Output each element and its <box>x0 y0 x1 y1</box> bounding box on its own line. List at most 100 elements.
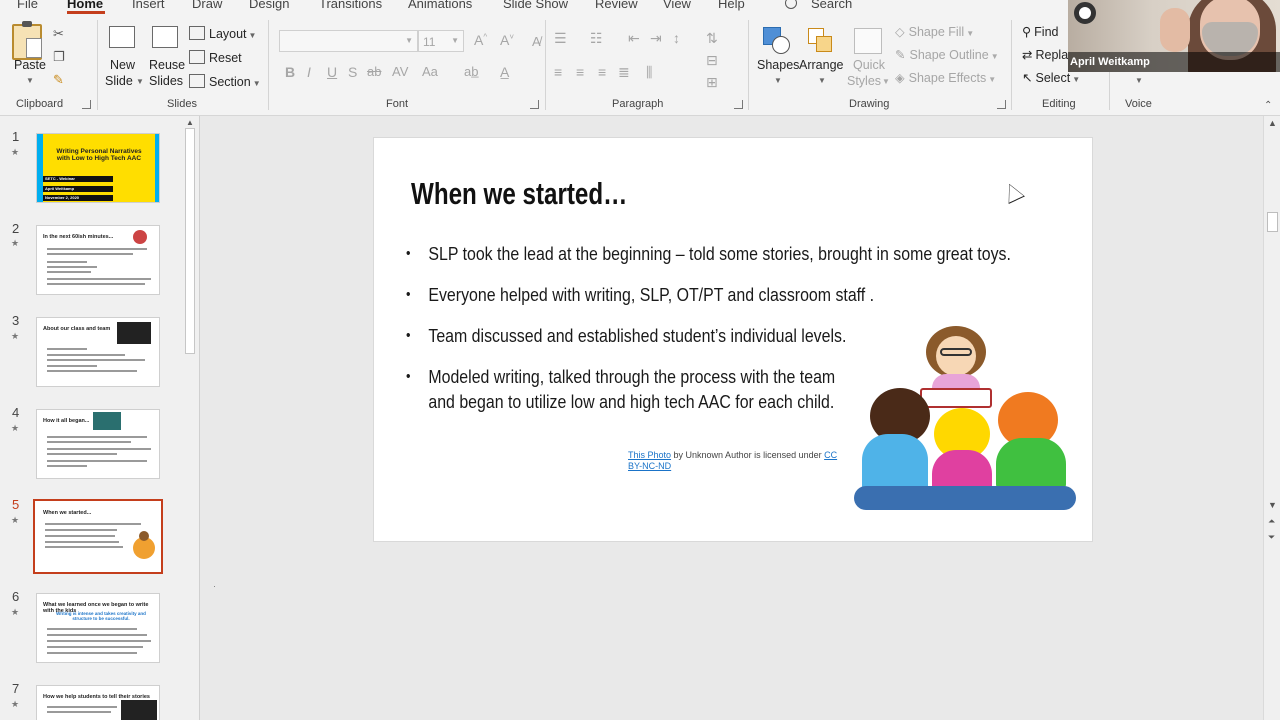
quick-styles-label-2[interactable]: Styles <box>847 74 881 88</box>
new-slide-label-1[interactable]: New <box>110 58 135 72</box>
highlight-icon[interactable]: ab̲ <box>464 64 478 79</box>
new-slide-icon[interactable] <box>109 26 135 48</box>
collapse-ribbon-icon[interactable]: ⌃ <box>1264 100 1272 111</box>
tab-file[interactable]: File <box>17 0 38 11</box>
reuse-slides-label-2[interactable]: Slides <box>149 74 183 88</box>
tab-review[interactable]: Review <box>595 0 638 11</box>
slide-5[interactable]: When we started… • SLP took the lead at t… <box>373 137 1093 542</box>
scroll-up-icon[interactable]: ▲ <box>186 118 194 127</box>
columns-icon[interactable]: ⫼ <box>646 64 652 81</box>
align-center-icon[interactable]: ≡ <box>576 64 584 80</box>
shadow-icon[interactable]: S <box>348 64 357 80</box>
find-button[interactable]: ⚲ Find <box>1022 24 1058 39</box>
tab-animations[interactable]: Animations <box>408 0 472 11</box>
license-link-cont[interactable]: BY-NC-ND <box>628 461 671 471</box>
increase-indent-icon[interactable]: ⇥ <box>650 30 662 47</box>
reset-button[interactable]: Reset <box>189 50 242 65</box>
license-link[interactable]: CC <box>824 450 837 460</box>
new-slide-label-2[interactable]: Slide <box>105 74 133 88</box>
format-painter-icon[interactable]: ✎ <box>53 72 64 88</box>
drawing-group-label: Drawing <box>849 98 890 110</box>
font-name-dropdown[interactable]: ▼ <box>279 30 418 52</box>
tab-design[interactable]: Design <box>249 0 289 11</box>
copy-icon[interactable]: ❐ <box>53 49 65 65</box>
tab-draw[interactable]: Draw <box>192 0 222 11</box>
tab-slide-show[interactable]: Slide Show <box>503 0 568 11</box>
shapes-button[interactable]: Shapes <box>757 58 799 72</box>
replace-button[interactable]: ⇄ Repla <box>1022 47 1068 62</box>
previous-slide-icon[interactable]: ⏶ <box>1268 516 1275 527</box>
slide-thumbnails-pane[interactable]: 1 ★ Writing Personal Narratives with Low… <box>0 116 200 720</box>
italic-icon[interactable]: I <box>307 64 311 80</box>
section-button[interactable]: Section ▼ <box>189 74 261 89</box>
slide-thumbnail-4[interactable]: How it all began... <box>36 409 160 479</box>
scrollbar-thumb[interactable] <box>1267 212 1278 232</box>
shapes-dropdown-icon[interactable]: ▼ <box>774 76 782 85</box>
cut-icon[interactable]: ✂ <box>53 26 64 42</box>
shape-fill-button[interactable]: ◇ Shape Fill ▼ <box>895 24 974 39</box>
thumbnails-scrollbar[interactable]: ▲ <box>183 116 197 720</box>
paste-dropdown-icon[interactable]: ▼ <box>26 76 34 85</box>
shape-effects-button[interactable]: ◈ Shape Effects ▼ <box>895 70 996 85</box>
scrollbar-thumb[interactable] <box>185 128 195 354</box>
paste-icon[interactable] <box>12 21 42 60</box>
strikethrough-icon[interactable]: ab <box>367 64 381 79</box>
align-text-icon[interactable]: ⊟ <box>706 52 718 69</box>
slide-thumbnail-7[interactable]: How we help students to tell their stori… <box>36 685 160 720</box>
smartart-icon[interactable]: ⊞ <box>706 74 718 91</box>
slide-title[interactable]: When we started… <box>411 176 627 212</box>
quick-styles-label-1[interactable]: Quick <box>853 58 885 72</box>
font-color-icon[interactable]: A̲ <box>500 64 509 80</box>
tab-insert[interactable]: Insert <box>132 0 165 11</box>
text-direction-icon[interactable]: ⇅ <box>706 30 718 47</box>
underline-icon[interactable]: U <box>327 64 337 80</box>
font-size-dropdown[interactable]: 11 ▼ <box>418 30 464 52</box>
tab-transitions[interactable]: Transitions <box>319 0 382 11</box>
decrease-indent-icon[interactable]: ⇤ <box>628 30 640 47</box>
slide-thumbnail-6[interactable]: What we learned once we began to write w… <box>36 593 160 663</box>
numbering-icon[interactable]: ☷ <box>590 30 603 47</box>
teacher-reading-clipart[interactable] <box>854 318 1084 528</box>
clear-formatting-icon[interactable]: A̸ <box>532 34 541 49</box>
new-slide-dropdown-icon[interactable]: ▼ <box>136 77 144 86</box>
star-icon: ★ <box>11 423 20 433</box>
slide-thumbnail-1[interactable]: Writing Personal Narratives with Low to … <box>36 133 160 203</box>
layout-button[interactable]: Layout ▼ <box>189 26 256 41</box>
slide-thumbnail-2[interactable]: In the next 60ish minutes... <box>36 225 160 295</box>
quick-styles-icon[interactable] <box>854 28 882 54</box>
quick-styles-dropdown-icon[interactable]: ▼ <box>882 77 890 86</box>
align-right-icon[interactable]: ≡ <box>598 64 606 80</box>
paragraph-launcher-icon[interactable] <box>734 100 743 109</box>
reuse-slides-label-1[interactable]: Reuse <box>149 58 185 72</box>
drawing-launcher-icon[interactable] <box>997 100 1006 109</box>
bullets-icon[interactable]: ☰ <box>554 30 567 47</box>
scroll-up-icon[interactable]: ▲ <box>1268 118 1277 128</box>
next-slide-icon[interactable]: ⏷ <box>1268 532 1275 543</box>
clipboard-launcher-icon[interactable] <box>82 100 91 109</box>
reuse-slides-icon[interactable] <box>152 26 178 48</box>
slide-thumbnail-5[interactable]: When we started... <box>33 499 163 574</box>
paste-button[interactable]: Paste <box>14 58 46 72</box>
search-box[interactable]: Search <box>785 0 852 11</box>
bold-icon[interactable]: B <box>285 64 295 80</box>
char-spacing-icon[interactable]: AV <box>392 64 408 79</box>
line-spacing-icon[interactable]: ↕ <box>673 30 680 46</box>
tab-home[interactable]: Home <box>67 0 103 11</box>
slide-thumbnail-3[interactable]: About our class and team <box>36 317 160 387</box>
dictate-dropdown-icon[interactable]: ▼ <box>1135 76 1143 85</box>
shrink-font-icon[interactable]: A˅ <box>500 32 514 48</box>
shape-outline-button[interactable]: ✎ Shape Outline ▼ <box>895 47 999 62</box>
arrange-dropdown-icon[interactable]: ▼ <box>818 76 826 85</box>
grow-font-icon[interactable]: A^ <box>474 32 487 48</box>
photo-link[interactable]: This Photo <box>628 450 671 460</box>
tab-view[interactable]: View <box>663 0 691 11</box>
scroll-down-icon[interactable]: ▼ <box>1268 500 1277 510</box>
font-launcher-icon[interactable] <box>530 100 539 109</box>
arrange-button[interactable]: Arrange <box>799 58 843 72</box>
change-case-icon[interactable]: Aa <box>422 64 438 79</box>
align-left-icon[interactable]: ≡ <box>554 64 562 80</box>
justify-icon[interactable]: ≣ <box>618 64 630 81</box>
tab-help[interactable]: Help <box>718 0 745 11</box>
select-button[interactable]: ↖ Select ▼ <box>1022 70 1080 85</box>
canvas-scrollbar[interactable]: ▲ ▼ ⏶ ⏷ <box>1263 116 1280 720</box>
